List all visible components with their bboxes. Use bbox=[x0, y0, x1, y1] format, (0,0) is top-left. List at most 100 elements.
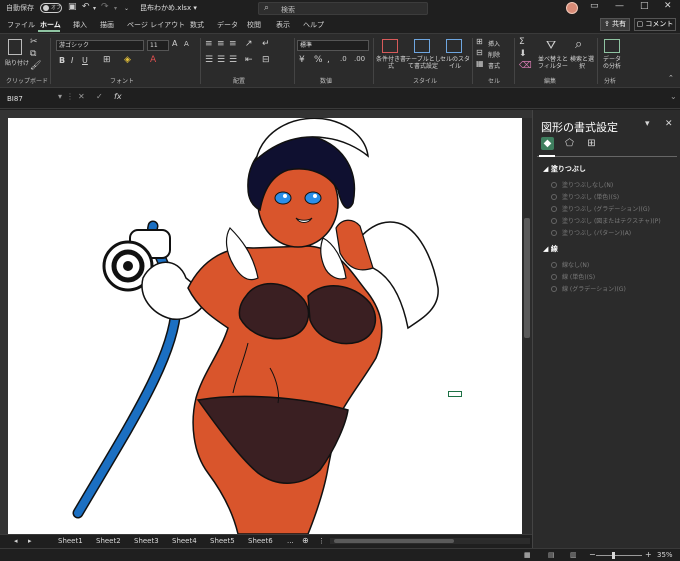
scroll-thumb[interactable] bbox=[334, 539, 454, 543]
fill-section-header[interactable]: ◢ 塗りつぶし bbox=[543, 164, 586, 174]
ribbon-display-icon[interactable]: ▭ bbox=[590, 1, 599, 11]
zoom-slider[interactable] bbox=[596, 555, 642, 556]
minimize-icon[interactable]: — bbox=[615, 1, 624, 11]
zoom-level[interactable]: 35% bbox=[657, 551, 673, 559]
fill-none-radio[interactable]: 塗りつぶしなし(N) bbox=[551, 180, 613, 189]
enter-icon[interactable]: ✓ bbox=[96, 92, 103, 101]
decrease-decimal-icon[interactable]: .00 bbox=[354, 55, 365, 63]
tab-formulas[interactable]: 数式 bbox=[190, 20, 204, 30]
zoom-out-icon[interactable]: − bbox=[589, 550, 596, 559]
page-layout-icon[interactable]: ▤ bbox=[548, 551, 555, 559]
find-select-label[interactable]: 検索と選択 bbox=[570, 56, 594, 70]
insert-cells-icon[interactable]: ⊞ bbox=[476, 37, 483, 46]
tab-draw[interactable]: 描画 bbox=[100, 20, 114, 30]
find-select-icon[interactable]: ⌕ bbox=[575, 37, 582, 52]
align-left-icon[interactable]: ☰ bbox=[205, 55, 213, 65]
align-bottom-icon[interactable]: ≡ bbox=[229, 39, 237, 49]
line-solid-radio[interactable]: 線 (単色)(S) bbox=[551, 272, 595, 281]
next-sheet-icon[interactable]: ▸ bbox=[28, 537, 32, 545]
fill-line-icon[interactable]: ◆ bbox=[541, 137, 554, 150]
align-middle-icon[interactable]: ≡ bbox=[217, 39, 225, 49]
conditional-format-label[interactable]: 条件付き書式 bbox=[376, 56, 406, 70]
document-title[interactable]: 昆布わかめ.xlsx ▾ bbox=[140, 3, 197, 13]
fill-icon[interactable]: ⬇ bbox=[519, 49, 527, 59]
redo-icon[interactable]: ↷ bbox=[101, 2, 109, 12]
bold-icon[interactable]: B bbox=[59, 56, 65, 65]
autosum-icon[interactable]: Σ bbox=[519, 37, 525, 47]
customize-toolbar-icon[interactable]: ⌄ bbox=[124, 5, 129, 12]
cut-icon[interactable]: ✂ bbox=[30, 37, 38, 47]
align-top-icon[interactable]: ≡ bbox=[205, 39, 213, 49]
tab-view[interactable]: 表示 bbox=[276, 20, 290, 30]
fill-picture-radio[interactable]: 塗りつぶし (図またはテクスチャ)(P) bbox=[551, 216, 661, 225]
search-box[interactable]: ⌕ 検索 bbox=[258, 2, 428, 15]
tab-data[interactable]: データ bbox=[217, 20, 238, 30]
pane-close-icon[interactable]: ✕ bbox=[665, 119, 673, 129]
paste-label[interactable]: 貼り付け bbox=[5, 58, 29, 67]
align-right-icon[interactable]: ☰ bbox=[229, 55, 237, 65]
tab-options-icon[interactable]: ⋮ bbox=[318, 537, 325, 545]
font-size-select[interactable]: 11 bbox=[147, 40, 169, 51]
prev-sheet-icon[interactable]: ◂ bbox=[14, 537, 18, 545]
vertical-scrollbar[interactable] bbox=[522, 118, 532, 534]
effects-icon[interactable]: ⬠ bbox=[563, 137, 576, 150]
indent-icon[interactable]: ⇤ bbox=[245, 55, 253, 65]
sort-filter-icon[interactable]: ⛛ bbox=[546, 38, 556, 53]
tab-home[interactable]: ホーム bbox=[40, 20, 61, 30]
share-button[interactable]: ⇪ 共有 bbox=[600, 18, 630, 31]
comma-icon[interactable]: , bbox=[327, 55, 330, 65]
fill-solid-radio[interactable]: 塗りつぶし (単色)(S) bbox=[551, 192, 619, 201]
underline-icon[interactable]: U bbox=[82, 56, 88, 65]
format-painter-icon[interactable]: 🖌 bbox=[30, 61, 41, 71]
selected-cell[interactable] bbox=[448, 391, 462, 397]
percent-icon[interactable]: % bbox=[314, 55, 323, 65]
format-as-table-label[interactable]: テーブルとして書式設定 bbox=[404, 56, 442, 70]
merge-center-icon[interactable]: ⊟ bbox=[262, 55, 270, 65]
sort-filter-label[interactable]: 並べ替えとフィルター bbox=[538, 56, 568, 70]
sheet-canvas[interactable] bbox=[8, 118, 522, 534]
delete-cells-icon[interactable]: ⊟ bbox=[476, 48, 483, 57]
zoom-in-icon[interactable]: + bbox=[645, 550, 652, 559]
tab-review[interactable]: 校閲 bbox=[247, 20, 261, 30]
fill-gradient-radio[interactable]: 塗りつぶし (グラデーション)(G) bbox=[551, 204, 650, 213]
tab-insert[interactable]: 挿入 bbox=[73, 20, 87, 30]
analyze-data-label[interactable]: データの分析 bbox=[601, 56, 623, 70]
name-box[interactable]: BI87 bbox=[4, 93, 56, 105]
fill-color-icon[interactable]: ◈ bbox=[124, 55, 131, 65]
sheet-tab-4[interactable]: Sheet4 bbox=[172, 537, 197, 545]
sheet-tab-5[interactable]: Sheet5 bbox=[210, 537, 235, 545]
line-gradient-radio[interactable]: 線 (グラデーション)(G) bbox=[551, 284, 626, 293]
conditional-format-icon[interactable] bbox=[382, 39, 398, 53]
autosave-toggle[interactable]: オフ bbox=[40, 3, 62, 13]
sheet-tab-1[interactable]: Sheet1 bbox=[58, 537, 83, 545]
expand-formula-icon[interactable]: ⌄ bbox=[670, 92, 677, 101]
scroll-thumb[interactable] bbox=[524, 218, 530, 338]
format-as-table-icon[interactable] bbox=[414, 39, 430, 53]
increase-font-icon[interactable]: A bbox=[172, 39, 177, 48]
tab-page-layout[interactable]: ページ レイアウト bbox=[127, 20, 185, 30]
sheet-tab-2[interactable]: Sheet2 bbox=[96, 537, 121, 545]
add-sheet-icon[interactable]: ⊕ bbox=[302, 536, 309, 545]
page-break-icon[interactable]: ▥ bbox=[570, 551, 577, 559]
insert-cells-label[interactable]: 挿入 bbox=[488, 39, 500, 48]
undo-dropdown-icon[interactable]: ▾ bbox=[93, 5, 96, 12]
size-properties-icon[interactable]: ⊞ bbox=[585, 137, 598, 150]
collapse-ribbon-icon[interactable]: ⌃ bbox=[668, 74, 674, 82]
line-none-radio[interactable]: 線なし(N) bbox=[551, 260, 589, 269]
tab-file[interactable]: ファイル bbox=[7, 20, 35, 30]
insert-function-icon[interactable]: fx bbox=[114, 92, 122, 101]
close-icon[interactable]: ✕ bbox=[664, 1, 672, 11]
zoom-knob[interactable] bbox=[612, 552, 615, 559]
align-center-icon[interactable]: ☰ bbox=[217, 55, 225, 65]
currency-icon[interactable]: ¥ bbox=[299, 55, 305, 65]
paste-icon[interactable] bbox=[8, 39, 22, 55]
italic-icon[interactable]: I bbox=[71, 56, 73, 65]
save-icon[interactable]: ▣ bbox=[68, 2, 77, 12]
number-format-select[interactable]: 標準 bbox=[297, 40, 369, 51]
wrap-text-icon[interactable]: ↵ bbox=[262, 39, 270, 49]
normal-view-icon[interactable]: ▦ bbox=[524, 551, 531, 559]
increase-decimal-icon[interactable]: .0 bbox=[340, 55, 347, 63]
horizontal-scrollbar[interactable] bbox=[330, 538, 530, 544]
avatar[interactable] bbox=[566, 2, 578, 14]
cell-styles-label[interactable]: セルのスタイル bbox=[440, 56, 470, 70]
